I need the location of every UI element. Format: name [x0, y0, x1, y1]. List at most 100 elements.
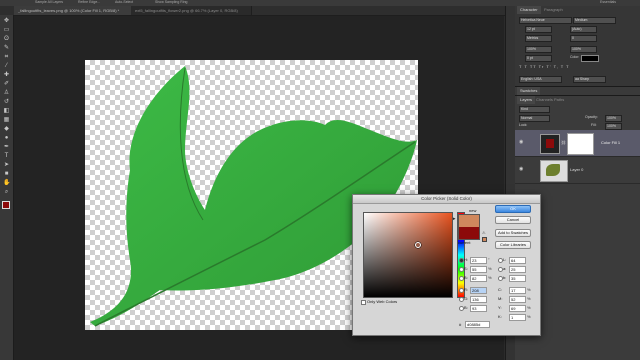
language-select[interactable]: English: USA	[519, 76, 562, 83]
eyedropper-tool-icon[interactable]: ⁄	[3, 63, 10, 70]
antialias-select[interactable]: aa Sharp	[573, 76, 606, 83]
layer-row-color-fill[interactable]: ◉ ⛓ Color Fill 1	[515, 130, 640, 157]
sampling-ring-option[interactable]: Show Sampling Ring	[155, 0, 188, 4]
visibility-eye-icon[interactable]: ◉	[519, 166, 523, 172]
ok-button[interactable]: OK	[495, 205, 531, 213]
eraser-tool-icon[interactable]: ◧	[3, 108, 10, 115]
baseline-shift-field[interactable]: 0 pt	[525, 55, 552, 62]
tab-paragraph[interactable]: Paragraph	[541, 6, 566, 14]
type-tool-icon[interactable]: T	[3, 153, 10, 160]
text-color-swatch[interactable]	[581, 55, 599, 62]
lightness-input[interactable]: 64	[509, 257, 526, 264]
zoom-tool-icon[interactable]: ⌕	[3, 189, 10, 196]
hex-input[interactable]: d0885d	[465, 321, 490, 328]
hue-slider-arrow-icon[interactable]: ▸	[453, 216, 456, 222]
yellow-input[interactable]: 69	[509, 305, 526, 312]
sample-all-layers-option[interactable]: Sample All Layers	[35, 0, 63, 4]
black-input[interactable]: 1	[509, 314, 526, 321]
b-lab-input[interactable]: 35	[509, 275, 526, 282]
tab-character[interactable]: Character	[517, 6, 541, 14]
workspace-switcher[interactable]: Essentials	[600, 0, 616, 4]
new-color-label: new	[469, 208, 477, 213]
tab-paths[interactable]: Paths	[551, 96, 567, 104]
only-web-colors-checkbox[interactable]	[361, 300, 366, 305]
path-select-tool-icon[interactable]: ➤	[3, 162, 10, 169]
healing-tool-icon[interactable]: ✚	[3, 72, 10, 79]
swatches-panel: Swatches	[515, 87, 640, 96]
leading-field[interactable]: (Auto)	[570, 26, 597, 33]
yellow-unit: %	[527, 305, 531, 310]
cancel-button[interactable]: Cancel	[495, 216, 531, 224]
opacity-field[interactable]: 100%	[605, 115, 622, 122]
history-brush-tool-icon[interactable]: ↺	[3, 99, 10, 106]
blend-mode-select[interactable]: Normal	[519, 115, 550, 122]
color-libraries-button[interactable]: Color Libraries	[495, 241, 531, 249]
only-web-colors-label: Only Web Colors	[367, 299, 398, 304]
blue-value-row: B: 93	[459, 305, 495, 312]
color-field-marker[interactable]	[415, 242, 421, 248]
chain-link-icon: ⛓	[561, 140, 567, 145]
layer-mask-thumbnail[interactable]	[567, 133, 594, 155]
brush-tool-icon[interactable]: ✐	[3, 81, 10, 88]
visibility-eye-icon[interactable]: ◉	[519, 139, 523, 145]
cyan-value-row: C: 17 %	[498, 287, 534, 294]
magenta-unit: %	[527, 296, 531, 301]
green-input[interactable]: 136	[470, 296, 487, 303]
hand-tool-icon[interactable]: ✋	[3, 180, 10, 187]
quick-select-tool-icon[interactable]: ✎	[3, 45, 10, 52]
layer-thumbnail	[540, 160, 568, 182]
add-to-swatches-button[interactable]: Add to Swatches	[495, 229, 531, 237]
lock-label: Lock:	[519, 123, 528, 127]
web-safe-cube-icon[interactable]	[482, 237, 487, 242]
fill-field[interactable]: 100%	[605, 123, 622, 130]
kerning-field[interactable]: Metrics	[525, 35, 552, 42]
gamut-warning-icon[interactable]: ⚠	[482, 230, 486, 235]
brightness-input[interactable]: 82	[470, 275, 487, 282]
saturation-value-row: S: 55 %	[459, 266, 495, 273]
dodge-tool-icon[interactable]: ●	[3, 135, 10, 142]
font-size-field[interactable]: 12 pt	[525, 26, 552, 33]
refine-edge-option[interactable]: Refine Edge...	[78, 0, 100, 4]
current-color-label: current	[458, 240, 471, 245]
hue-input[interactable]: 23	[470, 257, 487, 264]
b-lab-value-row: b: 35	[498, 275, 534, 282]
move-tool-icon[interactable]: ✥	[3, 18, 10, 25]
layer-row-layer-0[interactable]: ◉ Layer 0	[515, 157, 640, 184]
stamp-tool-icon[interactable]: ♙	[3, 90, 10, 97]
layer-thumbnail	[540, 134, 560, 154]
document-tab-flower[interactable]: ext5_fallingoutfits_flower2.png @ 66.7% …	[131, 6, 252, 15]
blur-tool-icon[interactable]: ◆	[3, 126, 10, 133]
lasso-tool-icon[interactable]: ʘ	[3, 36, 10, 43]
pen-tool-icon[interactable]: ✒	[3, 144, 10, 151]
black-unit: %	[527, 314, 531, 319]
gradient-tool-icon[interactable]: ▦	[3, 117, 10, 124]
saturation-input[interactable]: 55	[470, 266, 487, 273]
fill-label: Fill:	[591, 123, 597, 127]
red-value-row: R: 208	[459, 287, 495, 294]
magenta-input[interactable]: 52	[509, 296, 526, 303]
font-family-select[interactable]: Helvetica Neue	[519, 17, 572, 24]
color-field[interactable]	[363, 212, 453, 298]
layer-filter-kind[interactable]: Kind	[519, 106, 550, 113]
horizontal-scale-field[interactable]: 100%	[570, 46, 597, 53]
cyan-input[interactable]: 17	[509, 287, 526, 294]
document-tab-leaves[interactable]: _fallingoutfits_leaves.png @ 100% (Color…	[14, 6, 135, 15]
lightness-label: L:	[503, 257, 507, 262]
tools-panel: ✥ ▭ ʘ ✎ ⌗ ⁄ ✚ ✐ ♙ ↺ ◧ ▦ ◆ ● ✒ T ➤ ■ ✋ ⌕	[0, 15, 14, 360]
tab-swatches[interactable]: Swatches	[517, 87, 541, 95]
lightness-value-row: L: 64	[498, 257, 534, 264]
auto-select-option[interactable]: Auto-Select	[115, 0, 133, 4]
foreground-color-swatch[interactable]	[2, 201, 10, 209]
current-color-swatch[interactable]	[458, 227, 480, 240]
shape-tool-icon[interactable]: ■	[3, 171, 10, 178]
marquee-tool-icon[interactable]: ▭	[3, 27, 10, 34]
tracking-field[interactable]: 0	[570, 35, 597, 42]
blue-input[interactable]: 93	[470, 305, 487, 312]
red-input[interactable]: 208	[470, 287, 487, 294]
a-input[interactable]: 25	[509, 266, 526, 273]
font-style-select[interactable]: Medium	[573, 17, 616, 24]
crop-tool-icon[interactable]: ⌗	[3, 54, 10, 61]
a-label: a:	[503, 266, 507, 271]
text-style-buttons[interactable]: T T TT Tr T' T, T T	[519, 64, 570, 69]
vertical-scale-field[interactable]: 100%	[525, 46, 552, 53]
